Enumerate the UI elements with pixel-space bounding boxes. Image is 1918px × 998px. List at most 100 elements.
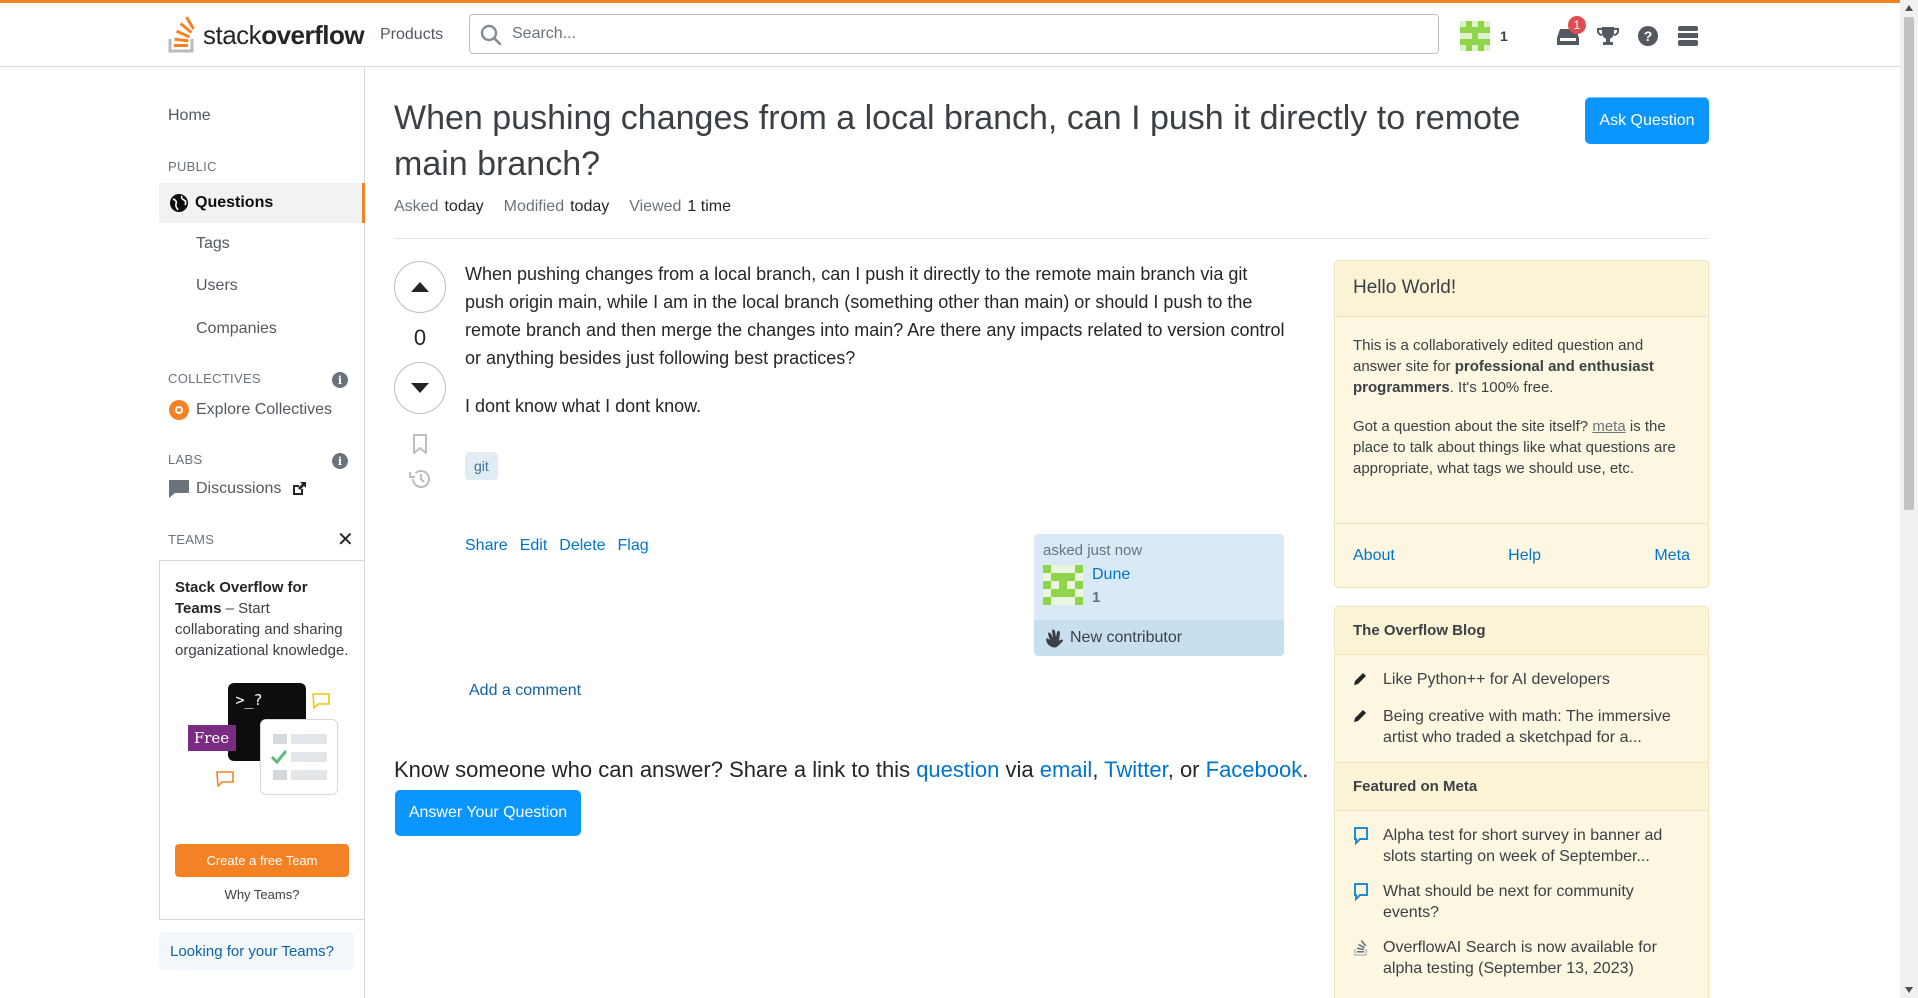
owner-avatar[interactable] (1043, 565, 1083, 605)
nav-companies[interactable]: Companies (196, 320, 277, 338)
modified-value[interactable]: today (570, 198, 609, 215)
timeline-button[interactable] (394, 468, 446, 490)
wave-hand-icon (1046, 629, 1063, 648)
teams-promo: Stack Overflow for Teams – Start collabo… (159, 560, 365, 920)
share-email-link[interactable]: email (1040, 757, 1093, 782)
new-contributor-label: New contributor (1070, 629, 1183, 646)
featured-item-title: Alpha test for short survey in banner ad… (1383, 827, 1663, 865)
hello-world-widget: Hello World! This is a collaboratively e… (1334, 260, 1709, 588)
featured-item[interactable]: OverflowAI Search is now available for a… (1335, 937, 1708, 979)
create-team-button[interactable]: Create a free Team (175, 844, 349, 877)
site-switcher-button[interactable] (1668, 16, 1708, 56)
meta-footer-link[interactable]: Meta (1654, 547, 1690, 565)
share-text: Know someone who can answer? Share a lin… (394, 757, 917, 782)
products-menu[interactable]: Products (372, 22, 451, 48)
nav-questions[interactable]: Questions (159, 183, 365, 223)
help-button[interactable]: ? (1628, 16, 1668, 56)
help-link[interactable]: Help (1508, 547, 1541, 565)
nav-tags[interactable]: Tags (196, 235, 230, 253)
nav-discussions[interactable]: Discussions (168, 479, 307, 499)
stack-logo-icon (168, 16, 195, 53)
stack-small-icon (1354, 940, 1367, 956)
featured-item[interactable]: Alpha test for short survey in banner ad… (1335, 825, 1708, 867)
overflow-blog-widget: The Overflow Blog Like Python++ for AI d… (1334, 606, 1709, 998)
about-link[interactable]: About (1353, 547, 1395, 565)
asked-time[interactable]: asked just now (1043, 542, 1142, 559)
top-bar: stackoverflow Products 1 1 ? (0, 0, 1900, 67)
history-icon (409, 470, 430, 488)
ask-question-button[interactable]: Ask Question (1585, 97, 1709, 144)
arrow-down-icon (411, 383, 429, 393)
share-twitter-link[interactable]: Twitter (1104, 757, 1168, 782)
meta-chat-icon (1354, 883, 1368, 902)
question-title[interactable]: When pushing changes from a local branch… (394, 95, 1554, 187)
owner-reputation: 1 (1092, 589, 1101, 606)
blog-title: The Overflow Blog (1335, 607, 1708, 655)
close-teams-icon[interactable]: ✕ (337, 527, 354, 552)
vote-cell: 0 (394, 261, 446, 490)
blog-item[interactable]: Like Python++ for AI developers (1335, 669, 1708, 692)
check-icon (270, 750, 287, 764)
nav-users[interactable]: Users (196, 277, 238, 295)
flag-link[interactable]: Flag (618, 537, 649, 555)
labs-info-icon[interactable]: i (332, 453, 348, 469)
find-teams-link[interactable]: Looking for your Teams? (159, 932, 354, 970)
pencil-icon (1354, 710, 1366, 722)
blog-item[interactable]: Being creative with math: The immersive … (1335, 706, 1708, 748)
divider (394, 238, 1709, 239)
left-sidebar: Home PUBLIC Questions Tags Users Compani… (0, 67, 365, 998)
meta-link[interactable]: meta (1592, 418, 1625, 435)
share-via-text: via (999, 757, 1040, 782)
answer-question-button[interactable]: Answer Your Question (395, 790, 581, 836)
svg-text:?: ? (1644, 28, 1653, 44)
scroll-up-icon[interactable] (1905, 5, 1913, 11)
new-contributor-badge[interactable]: New contributor (1034, 620, 1284, 656)
nav-home[interactable]: Home (168, 107, 211, 125)
share-facebook-link[interactable]: Facebook (1206, 757, 1303, 782)
question-body: When pushing changes from a local branch… (465, 260, 1290, 440)
featured-item[interactable]: What should be next for community events… (1335, 881, 1708, 923)
discussion-icon (169, 480, 189, 498)
achievements-button[interactable] (1588, 16, 1628, 56)
bookmark-icon (413, 434, 427, 454)
featured-title: Featured on Meta (1335, 762, 1708, 811)
search-bar[interactable] (469, 14, 1439, 54)
collectives-info-icon[interactable]: i (332, 372, 348, 388)
inbox-button[interactable]: 1 (1548, 16, 1588, 56)
logo-text-bold: overflow (261, 19, 365, 50)
inbox-badge: 1 (1567, 16, 1586, 34)
blog-item-title: Being creative with math: The immersive … (1383, 708, 1671, 746)
meta-chat-icon (1354, 827, 1368, 846)
scrollbar-thumb[interactable] (1904, 17, 1914, 510)
tag-git[interactable]: git (465, 452, 498, 480)
nav-questions-label: Questions (195, 194, 274, 211)
page-scrollbar[interactable] (1900, 0, 1918, 998)
upvote-button[interactable] (394, 261, 446, 313)
nav-explore-collectives[interactable]: Explore Collectives (168, 399, 332, 421)
delete-link[interactable]: Delete (559, 537, 605, 555)
explore-collectives-label: Explore Collectives (196, 401, 333, 418)
globe-icon (170, 194, 188, 212)
public-section-label: PUBLIC (168, 159, 217, 174)
downvote-button[interactable] (394, 362, 446, 414)
share-prompt: Know someone who can answer? Share a lin… (394, 757, 1309, 782)
teams-section-label: TEAMS (168, 532, 215, 547)
why-teams-link[interactable]: Why Teams? (160, 887, 364, 902)
pencil-icon (1354, 673, 1366, 685)
bookmark-button[interactable] (394, 434, 446, 454)
scroll-down-icon[interactable] (1905, 987, 1913, 993)
logo-text-plain: stack (203, 19, 262, 50)
asked-label: Asked (394, 198, 439, 215)
hello-footer: About Help Meta (1335, 523, 1708, 587)
edit-link[interactable]: Edit (520, 537, 548, 555)
user-avatar[interactable] (1460, 21, 1490, 51)
share-question-link[interactable]: question (916, 757, 999, 782)
owner-name[interactable]: Dune (1092, 566, 1130, 584)
stackoverflow-logo[interactable]: stackoverflow (167, 12, 365, 58)
search-input[interactable] (512, 25, 1438, 43)
discussions-label: Discussions (196, 480, 282, 497)
share-link[interactable]: Share (465, 537, 508, 555)
add-comment-link[interactable]: Add a comment (469, 682, 581, 700)
modified-label: Modified (503, 198, 565, 215)
featured-item-title: What should be next for community events… (1383, 883, 1634, 921)
